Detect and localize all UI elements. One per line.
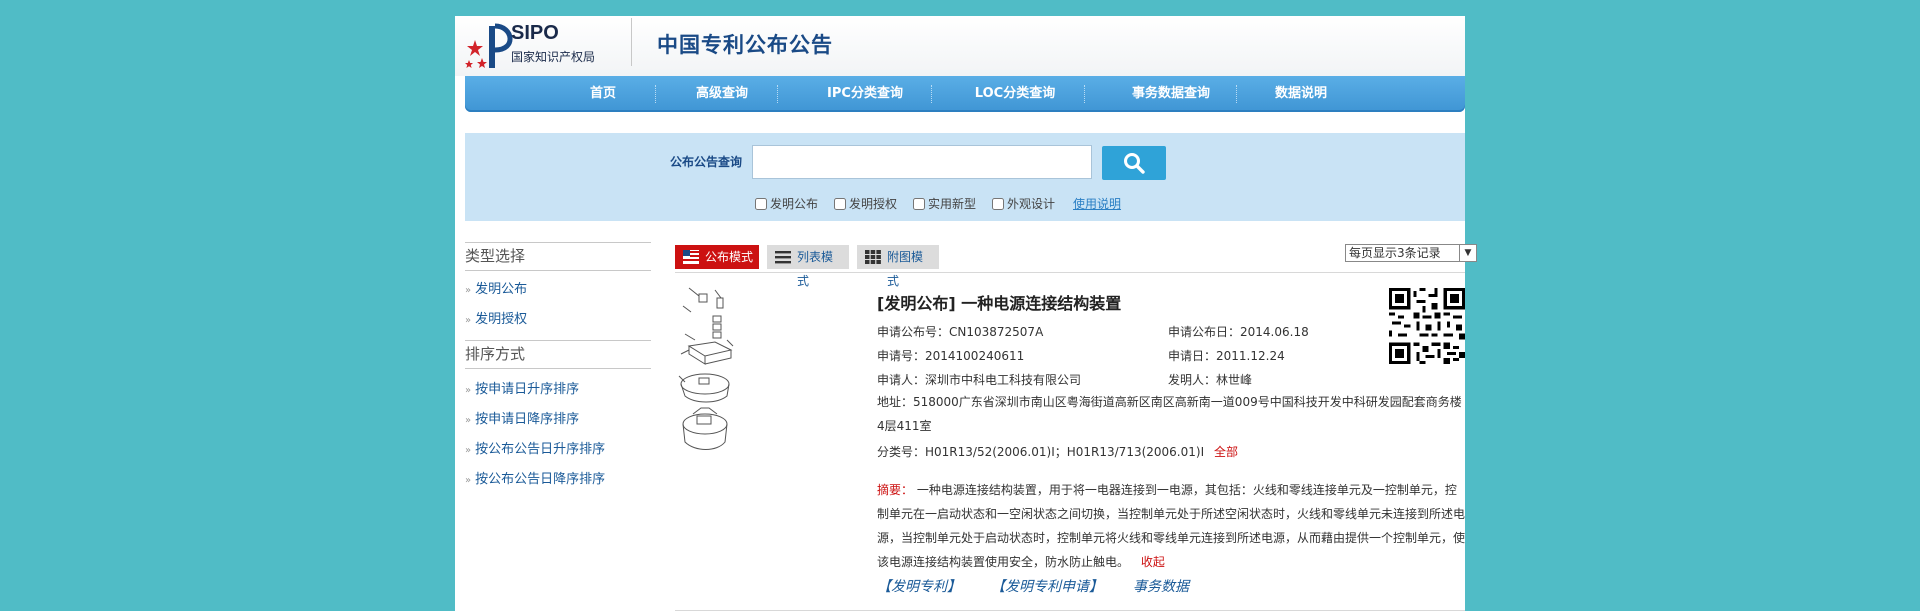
abstract-text: 一种电源连接结构装置，用于将一电器连接到一电源，其包括：火线和零线连接单元及一控… — [877, 483, 1466, 569]
classification: 分类号：H01R13/52(2006.01)I；H01R13/713(2006.… — [877, 443, 1238, 460]
double-chevron-right-icon: » — [465, 415, 472, 426]
publication-date: 申请公布日：2014.06.18 — [1168, 325, 1309, 339]
abstract: 摘要： 一种电源连接结构装置，用于将一电器连接到一电源，其包括：火线和零线连接单… — [877, 478, 1465, 574]
classification-number: 分类号：H01R13/52(2006.01)I；H01R13/713(2006.… — [877, 445, 1205, 459]
double-chevron-right-icon: » — [465, 385, 472, 396]
checkbox[interactable] — [992, 198, 1004, 210]
nav-ipc-search[interactable]: IPC分类查询 — [805, 76, 925, 112]
nav-separator — [777, 85, 778, 103]
per-page-select[interactable]: 每页显示3条记录 ▼ — [1345, 244, 1477, 262]
checkbox-design[interactable]: 外观设计 — [992, 195, 1055, 212]
sidebar: 类型选择 » 发明公布 » 发明授权 排序方式 » 按申请日升序排序 » 按申请日降序排… — [465, 242, 651, 495]
invention-application-link[interactable]: 【发明专利申请】 — [991, 576, 1103, 596]
address: 地址：518000广东省深圳市南山区粤海街道高新区南区高新南一道009号中国科技… — [877, 395, 1462, 433]
transaction-data-link[interactable]: 事务数据 — [1133, 576, 1189, 596]
list-icon — [775, 251, 791, 264]
search-label: 公布公告查询 — [670, 155, 743, 169]
nav-separator — [931, 85, 932, 103]
classification-all-link[interactable]: 全部 — [1214, 445, 1238, 459]
view-mode-bar: 公布模式 列表模式 附图模式 每页显示3条记录 ▼ — [675, 242, 1477, 288]
main-nav: 首页 高级查询 IPC分类查询 LOC分类查询 事务数据查询 数据说明 — [465, 76, 1465, 112]
qr-code-icon — [1389, 288, 1465, 364]
double-chevron-right-icon: » — [465, 315, 472, 326]
sort-heading: 排序方式 — [465, 345, 526, 363]
application-date: 申请日：2011.12.24 — [1168, 349, 1285, 363]
logo-subtitle: 国家知识产权局 — [511, 50, 596, 64]
nav-home[interactable]: 首页 — [573, 76, 633, 112]
logo-text: SIPO — [511, 22, 559, 44]
logo-divider — [631, 18, 632, 66]
search-button[interactable] — [1102, 146, 1166, 180]
grid-icon — [865, 250, 881, 264]
checkbox[interactable] — [913, 198, 925, 210]
nav-advanced-search[interactable]: 高级查询 — [677, 76, 767, 112]
type-heading: 类型选择 — [465, 247, 526, 265]
collapse-link[interactable]: 收起 — [1141, 555, 1165, 569]
nav-data-description[interactable]: 数据说明 — [1261, 76, 1341, 112]
nav-transaction-search[interactable]: 事务数据查询 — [1111, 76, 1231, 112]
search-input[interactable] — [752, 145, 1092, 179]
image-mode-button[interactable]: 附图模式 — [857, 245, 939, 288]
nav-separator — [655, 85, 656, 103]
double-chevron-right-icon: » — [465, 475, 472, 486]
checkbox[interactable] — [834, 198, 846, 210]
chevron-down-icon: ▼ — [1459, 245, 1476, 261]
checkbox-invention-grant[interactable]: 发明授权 — [834, 195, 897, 212]
checkbox-invention-publication[interactable]: 发明公布 — [755, 195, 818, 212]
sort-by-pub-date-asc[interactable]: » 按公布公告日升序排序 — [465, 435, 651, 465]
flag-icon — [683, 250, 699, 264]
sort-by-app-date-desc[interactable]: » 按申请日降序排序 — [465, 405, 651, 435]
publication-number: 申请公布号：CN103872507A — [877, 325, 1044, 339]
search-panel: 公布公告查询 发明公布 发明授权 实用新型 外观设计 使用说明 — [465, 133, 1465, 221]
application-number: 申请号：2014100240611 — [877, 349, 1025, 363]
invention-patent-link[interactable]: 【发明专利】 — [877, 576, 961, 596]
nav-separator — [1236, 85, 1237, 103]
applicant: 申请人：深圳市中科电工科技有限公司 — [877, 373, 1082, 387]
record-title[interactable]: [发明公布] 一种电源连接结构装置 — [877, 290, 1121, 314]
abstract-label: 摘要： — [877, 483, 914, 497]
checkbox[interactable] — [755, 198, 767, 210]
sidebar-item-invention-grant[interactable]: » 发明授权 — [465, 305, 651, 335]
sort-by-app-date-asc[interactable]: » 按申请日升序排序 — [465, 375, 651, 405]
search-icon — [1124, 153, 1145, 174]
list-mode-button[interactable]: 列表模式 — [767, 245, 849, 288]
usage-instructions-link[interactable]: 使用说明 — [1073, 195, 1121, 212]
double-chevron-right-icon: » — [465, 445, 472, 456]
site-title: 中国专利公布公告 — [657, 33, 833, 57]
sipo-logo[interactable]: SIPO 国家知识产权局 — [465, 20, 625, 72]
double-chevron-right-icon: » — [465, 285, 472, 296]
sort-by-pub-date-desc[interactable]: » 按公布公告日降序排序 — [465, 465, 651, 495]
page-container: SIPO 国家知识产权局 中国专利公布公告 首页 高级查询 IPC分类查询 LO… — [455, 16, 1477, 611]
site-header: SIPO 国家知识产权局 中国专利公布公告 — [455, 16, 1465, 76]
nav-loc-search[interactable]: LOC分类查询 — [955, 76, 1075, 112]
publish-mode-button[interactable]: 公布模式 — [675, 245, 759, 269]
checkbox-utility-model[interactable]: 实用新型 — [913, 195, 976, 212]
patent-drawing-thumbnail[interactable] — [675, 284, 743, 460]
inventor: 发明人：林世峰 — [1168, 373, 1253, 387]
nav-separator — [1084, 85, 1085, 103]
sidebar-item-invention-publication[interactable]: » 发明公布 — [465, 275, 651, 305]
